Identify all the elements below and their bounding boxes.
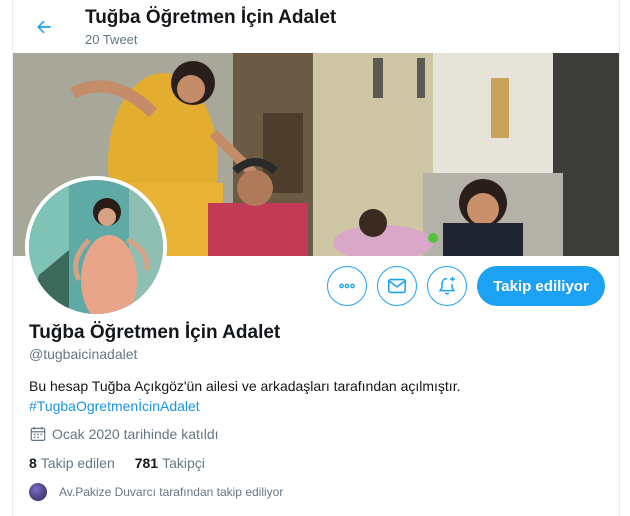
- following-button[interactable]: Takip ediliyor: [477, 266, 605, 306]
- followers-stat[interactable]: 781 Takipçi: [135, 455, 205, 471]
- following-stat[interactable]: 8 Takip edilen: [29, 455, 115, 471]
- more-icon: [339, 283, 355, 289]
- follow-stats: 8 Takip edilen 781 Takipçi: [29, 455, 225, 471]
- followers-label: Takipçi: [162, 455, 205, 471]
- bio-hashtag-link[interactable]: #TugbaOgretmenİcinAdalet: [29, 396, 609, 416]
- following-count: 8: [29, 455, 37, 471]
- envelope-icon: [387, 278, 407, 294]
- join-date: Ocak 2020 tarihinde katıldı: [29, 425, 219, 443]
- notifications-button[interactable]: [427, 266, 467, 306]
- more-button[interactable]: [327, 266, 367, 306]
- tweet-count: 20 Tweet: [85, 32, 138, 47]
- profile-header: Tuğba Öğretmen İçin Adalet 20 Tweet: [13, 0, 619, 53]
- followed-by[interactable]: Av.Pakize Duvarcı tarafından takip edili…: [29, 483, 283, 501]
- message-button[interactable]: [377, 266, 417, 306]
- bio-text: Bu hesap Tuğba Açıkgöz'ün ailesi ve arka…: [29, 378, 461, 394]
- profile-handle: @tugbaicinadalet: [29, 346, 138, 362]
- following-label: Takip edilen: [40, 455, 115, 471]
- join-date-text: Ocak 2020 tarihinde katıldı: [52, 426, 219, 442]
- followers-count: 781: [134, 455, 159, 471]
- profile-bio: Bu hesap Tuğba Açıkgöz'ün ailesi ve arka…: [29, 376, 609, 416]
- back-button[interactable]: [27, 10, 61, 44]
- header-title: Tuğba Öğretmen İçin Adalet: [85, 7, 337, 28]
- arrow-left-icon: [37, 20, 51, 34]
- bell-plus-icon: [438, 276, 456, 295]
- calendar-icon: [30, 426, 46, 441]
- profile-avatar[interactable]: [25, 176, 167, 318]
- profile-name: Tuğba Öğretmen İçin Adalet: [29, 322, 281, 343]
- profile-frame: Tuğba Öğretmen İçin Adalet 20 Tweet Taki…: [12, 0, 620, 516]
- follower-avatar: [29, 483, 47, 501]
- followed-by-text: Av.Pakize Duvarcı tarafından takip edili…: [59, 485, 284, 499]
